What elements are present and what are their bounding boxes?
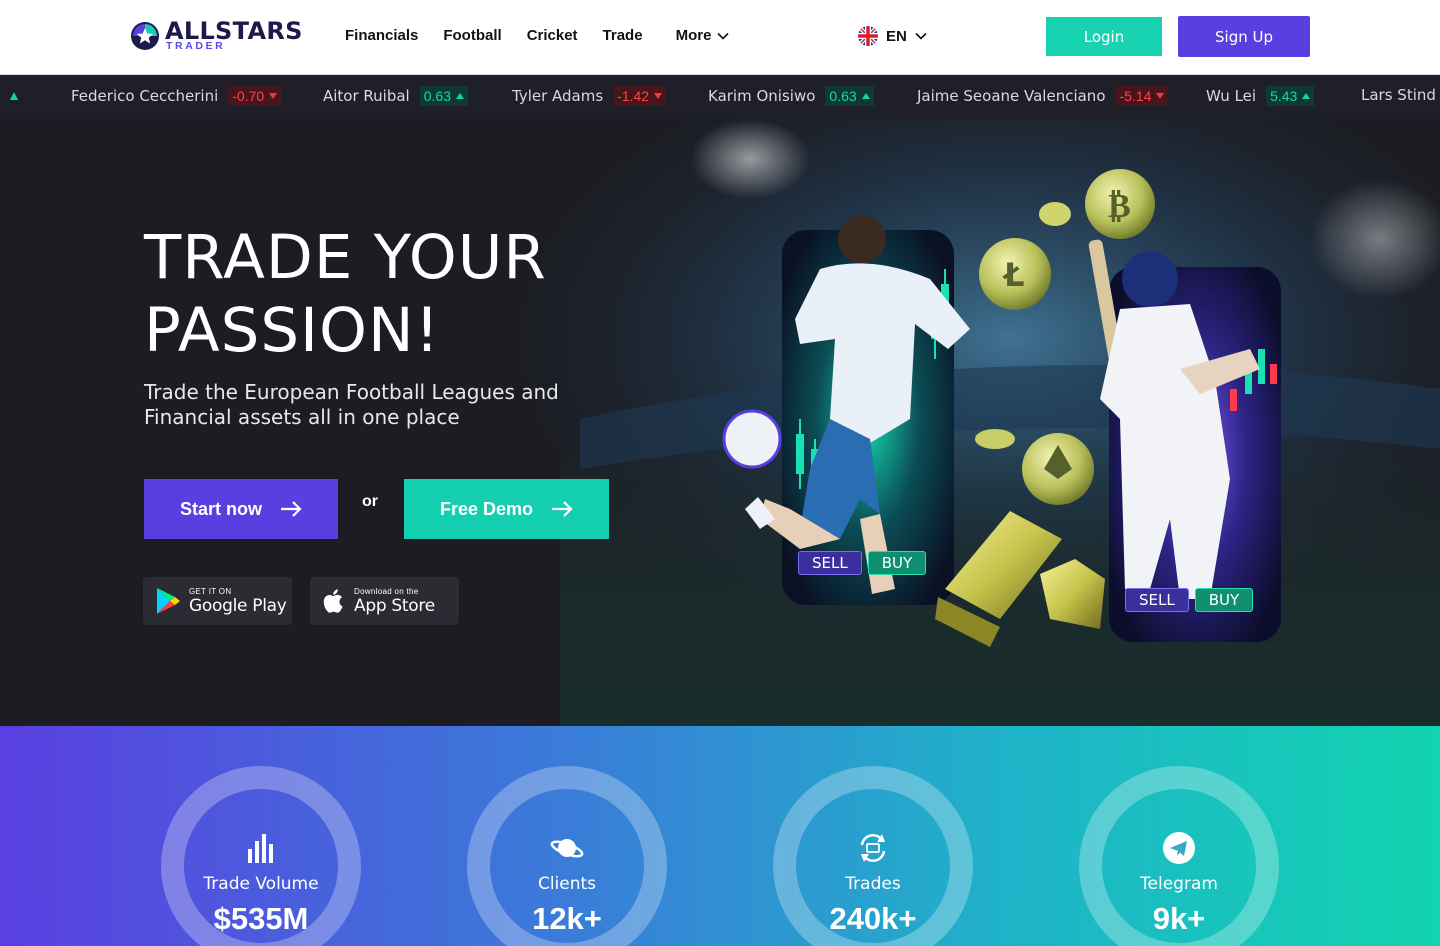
app-store-badge[interactable]: Download on the App Store	[310, 577, 459, 625]
ticker-player-name: Lars Stind	[1361, 86, 1436, 104]
ticker-item[interactable]: Federico Ceccherini -0.70	[71, 86, 282, 106]
nav-item-football[interactable]: Football	[443, 26, 501, 46]
ticker-change: -1.42	[613, 86, 667, 106]
ticker-item[interactable]: Jaime Seoane Valenciano -5.14	[917, 86, 1169, 106]
ticker-change: 0.63	[825, 86, 874, 106]
hero-title: TRADE YOUR PASSION!	[144, 221, 547, 367]
language-selector[interactable]: EN	[858, 26, 927, 46]
app-store-small-text: Download on the	[354, 586, 419, 596]
google-play-badge[interactable]: GET IT ON Google Play	[143, 577, 292, 625]
stat-clients: Clients 12k+	[467, 766, 667, 946]
exchange-icon	[860, 833, 886, 863]
ticker-player-name: Aitor Ruibal	[323, 87, 410, 105]
ticker-change-value: -0.70	[232, 88, 265, 104]
phone2-trade-buttons: SELL BUY	[1125, 588, 1254, 612]
apple-icon	[323, 589, 343, 613]
google-play-big-text: Google Play	[189, 595, 287, 616]
ticker-change: 0.63	[419, 86, 468, 106]
phone1-sell-button: SELL	[798, 551, 862, 575]
stat-label: Clients	[537, 874, 597, 894]
ticker-change: -0.70	[228, 86, 282, 106]
phone2-sell-button: SELL	[1125, 588, 1189, 612]
down-arrow-icon	[269, 93, 278, 99]
bar-chart-icon	[248, 834, 273, 863]
google-play-icon	[157, 588, 180, 614]
signup-button[interactable]: Sign Up	[1178, 16, 1310, 57]
stat-label: Trades	[845, 874, 901, 894]
nav-item-cricket[interactable]: Cricket	[527, 26, 578, 46]
up-arrow-icon	[455, 93, 464, 99]
site-header: ALLSTARS TRADER Financials Football Cric…	[0, 0, 1440, 75]
stat-label: Trade Volume	[203, 874, 319, 894]
stat-value: $535M	[213, 901, 309, 936]
player-price-ticker: Federico Ceccherini -0.70 Aitor Ruibal 0…	[0, 75, 1440, 119]
or-separator: or	[362, 493, 378, 510]
up-arrow-icon	[1302, 93, 1311, 99]
google-play-small-text: GET IT ON	[189, 586, 232, 596]
stat-value: 9k+	[1152, 901, 1206, 936]
svg-text:₿: ₿	[1108, 186, 1131, 226]
phone1-trade-buttons: SELL BUY	[798, 551, 927, 575]
brand-subtitle: TRADER	[166, 40, 226, 52]
stats-section: Trade Volume $535M Clients 12k+ Trades 2…	[0, 726, 1440, 946]
phone2-buy-button: BUY	[1194, 588, 1254, 612]
ticker-change-value: -1.42	[617, 88, 650, 104]
ticker-change-value: -5.14	[1119, 88, 1152, 104]
app-store-big-text: App Store	[354, 595, 435, 616]
ticker-player-name: Wu Lei	[1206, 87, 1257, 105]
up-arrow-icon	[861, 93, 870, 99]
brand-logo[interactable]: ALLSTARS TRADER	[130, 18, 322, 54]
stat-trades: Trades 240k+	[773, 766, 973, 946]
arrow-right-icon	[552, 501, 573, 517]
ticker-item[interactable]: Wu Lei 5.43	[1206, 86, 1315, 106]
nav-item-trade[interactable]: Trade	[603, 26, 643, 46]
ticker-player-name: Karim Onisiwo	[708, 87, 816, 105]
stat-value: 12k+	[532, 901, 602, 936]
chevron-down-icon	[915, 32, 927, 40]
ticker-change: 5.43	[1266, 86, 1315, 106]
login-button[interactable]: Login	[1046, 17, 1162, 56]
stat-telegram: Telegram 9k+	[1079, 766, 1279, 946]
uk-flag-icon	[858, 26, 878, 46]
language-label: EN	[886, 27, 907, 45]
ticker-item[interactable]: Lars Stind	[1361, 86, 1440, 104]
start-now-label: Start now	[179, 498, 262, 519]
hero-section: ₿ Ł SELL BUY SELL BUY TRADE YOUR PASSION…	[0, 119, 1440, 726]
nav-item-financials[interactable]: Financials	[345, 26, 418, 46]
phone1-buy-button: BUY	[867, 551, 927, 575]
nav-more-label: More	[675, 27, 712, 44]
start-now-button[interactable]: Start now	[144, 479, 338, 539]
ticker-item[interactable]: Karim Onisiwo 0.63	[708, 86, 874, 106]
ticker-change-value: 0.63	[423, 88, 451, 104]
ticker-item[interactable]: Tyler Adams -1.42	[512, 86, 667, 106]
ticker-player-name: Tyler Adams	[512, 87, 604, 105]
ticker-change-value: 0.63	[829, 88, 857, 104]
ticker-change: -5.14	[1115, 86, 1169, 106]
telegram-icon[interactable]	[1162, 831, 1196, 865]
star-logo-icon	[131, 22, 159, 50]
svg-text:Ł: Ł	[1002, 256, 1025, 294]
stat-label: Telegram	[1140, 874, 1218, 894]
hero-title-line1: TRADE YOUR	[144, 222, 547, 293]
free-demo-button[interactable]: Free Demo	[404, 479, 609, 539]
ticker-player-name: Federico Ceccherini	[71, 87, 219, 105]
free-demo-label: Free Demo	[439, 498, 534, 519]
ticker-player-name: Jaime Seoane Valenciano	[917, 87, 1106, 105]
planet-icon	[550, 839, 584, 858]
stat-value: 240k+	[829, 901, 917, 936]
arrow-right-icon	[281, 501, 302, 517]
stat-trade-volume: Trade Volume $535M	[161, 766, 361, 946]
ticker-item[interactable]: Aitor Ruibal 0.63	[323, 86, 468, 106]
hero-subtitle: Trade the European Football Leagues and …	[144, 380, 559, 429]
hero-title-line2: PASSION!	[144, 295, 441, 366]
down-arrow-icon	[654, 93, 663, 99]
nav-item-more[interactable]: More	[676, 26, 730, 46]
main-nav: Financials Football Cricket Trade More	[345, 26, 754, 46]
down-arrow-icon	[1156, 93, 1165, 99]
ticker-change-value: 5.43	[1270, 88, 1298, 104]
up-arrow-icon	[10, 92, 18, 100]
chevron-down-icon	[717, 32, 729, 40]
